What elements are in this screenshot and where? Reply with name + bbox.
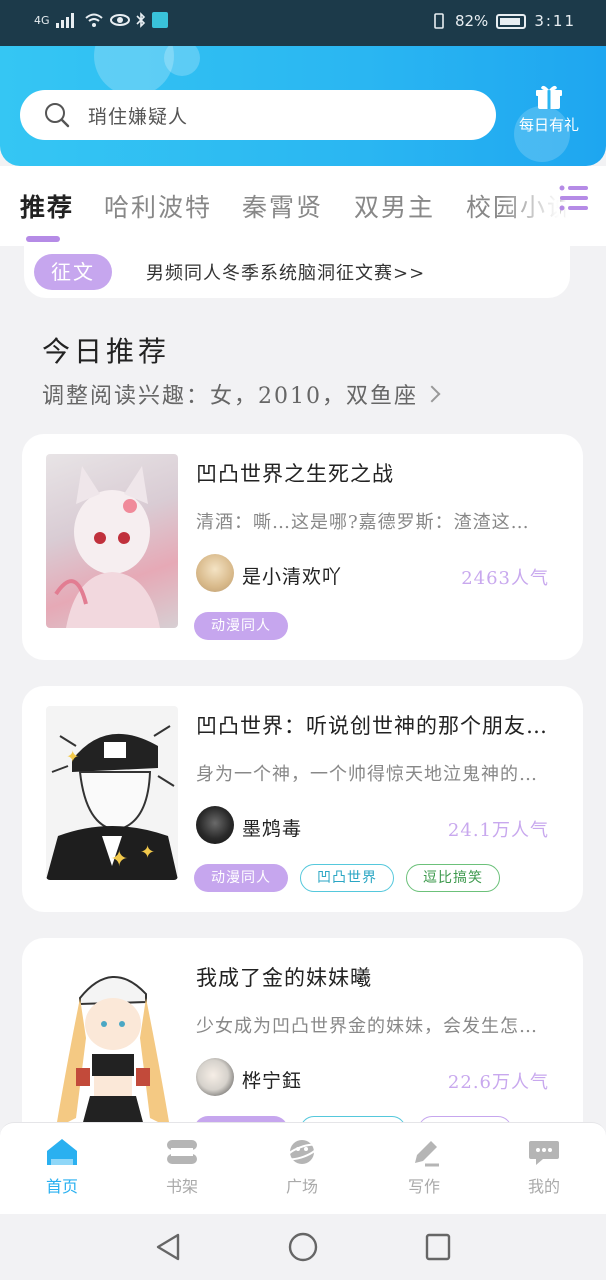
- svg-text:✦: ✦: [140, 842, 155, 863]
- contest-badge: 征文: [34, 254, 112, 290]
- vibrate-icon: [434, 13, 444, 29]
- bookshelf-icon: [167, 1140, 197, 1164]
- tag[interactable]: 凹凸世界: [300, 864, 394, 892]
- tag-list: 动漫同人: [194, 612, 288, 640]
- daily-gift-label: 每日有礼: [518, 116, 579, 134]
- book-description: 身为一个神，一个帅得惊天地泣鬼神的…: [196, 764, 538, 785]
- svg-text:✦: ✦: [66, 747, 79, 766]
- signal-icon: [55, 13, 74, 28]
- nav-mine[interactable]: 我的: [504, 1137, 584, 1197]
- book-cover: [46, 958, 178, 1132]
- network-label: 4G: [34, 13, 50, 27]
- battery-percent: 82%: [454, 12, 489, 30]
- svg-text:✦: ✦: [110, 847, 128, 872]
- tag[interactable]: 逗比搞笑: [406, 864, 500, 892]
- wifi-icon: [84, 13, 103, 27]
- tab-harry-potter[interactable]: 哈利波特: [104, 188, 212, 224]
- tab-qin-xiaoxian[interactable]: 秦霄贤: [242, 188, 323, 224]
- system-navigation-bar: [0, 1214, 606, 1280]
- planet-icon: [285, 1140, 319, 1164]
- menu-icon: [559, 185, 588, 211]
- nav-bookshelf-label: 书架: [165, 1177, 198, 1196]
- author-name[interactable]: 是小清欢吖: [242, 562, 342, 589]
- book-card[interactable]: 我成了金的妹妹曦 少女成为凹凸世界金的妹妹，会发生怎… 桦宁鈺 22.6万人气: [22, 938, 583, 1144]
- nav-write[interactable]: 写作: [384, 1137, 464, 1197]
- section-title: 今日推荐: [42, 335, 171, 368]
- popularity-count: 24.1万人气: [447, 820, 549, 841]
- active-tab-indicator: [26, 236, 60, 242]
- interest-text: 调整阅读兴趣：女，2010，双鱼座: [42, 384, 418, 409]
- recents-icon[interactable]: [424, 1232, 452, 1262]
- popularity-count: 2463人气: [461, 568, 549, 589]
- back-icon[interactable]: [154, 1232, 182, 1262]
- nav-write-label: 写作: [407, 1177, 440, 1196]
- chat-bubble-icon: [529, 1141, 559, 1165]
- avatar[interactable]: [196, 1058, 234, 1096]
- book-title: 凹凸世界：听说创世神的那个朋友…: [196, 714, 548, 738]
- nav-home-label: 首页: [45, 1177, 78, 1196]
- battery-icon: [496, 13, 527, 29]
- category-menu-button[interactable]: [552, 182, 592, 218]
- nav-home[interactable]: 首页: [22, 1137, 102, 1197]
- header: 琑住嫌疑人 每日有礼: [0, 46, 606, 166]
- popularity-count: 22.6万人气: [447, 1072, 549, 1093]
- nav-mine-label: 我的: [527, 1177, 560, 1196]
- book-cover: ✦ ✦ ✦: [46, 706, 178, 880]
- nav-bookshelf[interactable]: 书架: [142, 1137, 222, 1197]
- tag-list: 动漫同人 凹凸世界 逗比搞笑: [194, 864, 500, 892]
- contest-banner[interactable]: 征文 男频同人冬季系统脑洞征文赛>>: [24, 246, 570, 298]
- pencil-icon: [415, 1141, 439, 1167]
- search-input[interactable]: 琑住嫌疑人: [20, 90, 496, 140]
- chevron-right-icon: [423, 385, 441, 403]
- tabs-fade: [500, 184, 560, 224]
- contest-text: 男频同人冬季系统脑洞征文赛>>: [146, 263, 426, 284]
- book-card[interactable]: 凹凸世界之生死之战 清酒：嘶…这是哪?嘉德罗斯：渣渣这… 是小清欢吖 2463人…: [22, 434, 583, 660]
- nav-square-label: 广场: [285, 1177, 318, 1196]
- search-icon: [45, 103, 70, 128]
- search-placeholder: 琑住嫌疑人: [88, 105, 189, 128]
- tab-double-male[interactable]: 双男主: [354, 188, 435, 224]
- eye-icon: [109, 14, 130, 26]
- book-title: 我成了金的妹妹曦: [196, 966, 372, 990]
- app-notification-icon: [151, 12, 168, 28]
- status-right: 82% 3:11: [431, 12, 576, 30]
- tag[interactable]: 动漫同人: [194, 612, 288, 640]
- avatar[interactable]: [196, 554, 234, 592]
- author-name[interactable]: 墨鸩毒: [242, 814, 302, 841]
- nav-square[interactable]: 广场: [262, 1137, 342, 1197]
- decor-bubble: [164, 46, 200, 76]
- home-icon: [47, 1139, 77, 1165]
- book-title: 凹凸世界之生死之战: [196, 462, 394, 486]
- status-left: 4G: [34, 12, 168, 28]
- daily-gift-button[interactable]: 每日有礼: [512, 84, 586, 135]
- home-circle-icon[interactable]: [288, 1232, 318, 1262]
- avatar[interactable]: [196, 806, 234, 844]
- bottom-navigation: 首页 书架 广场 写作 我的: [0, 1122, 606, 1214]
- adjust-interest-link[interactable]: 调整阅读兴趣：女，2010，双鱼座: [42, 378, 441, 410]
- gift-icon: [536, 85, 562, 109]
- author-name[interactable]: 桦宁鈺: [242, 1066, 302, 1093]
- book-description: 少女成为凹凸世界金的妹妹，会发生怎…: [196, 1016, 538, 1037]
- book-cover: [46, 454, 178, 628]
- book-description: 清酒：嘶…这是哪?嘉德罗斯：渣渣这…: [196, 512, 530, 533]
- status-bar: 4G 82% 3:11: [0, 0, 606, 46]
- bluetooth-icon: [135, 12, 145, 28]
- tab-recommend[interactable]: 推荐: [20, 188, 74, 224]
- clock: 3:11: [534, 12, 576, 30]
- category-tabs: 推荐 哈利波特 秦霄贤 双男主 校园小说: [0, 166, 606, 246]
- decor-bubble: [94, 46, 174, 96]
- book-card[interactable]: ✦ ✦ ✦ 凹凸世界：听说创世神的那个朋友… 身为一个神，一个帅得惊天地泣鬼神的… …: [22, 686, 583, 912]
- tag[interactable]: 动漫同人: [194, 864, 288, 892]
